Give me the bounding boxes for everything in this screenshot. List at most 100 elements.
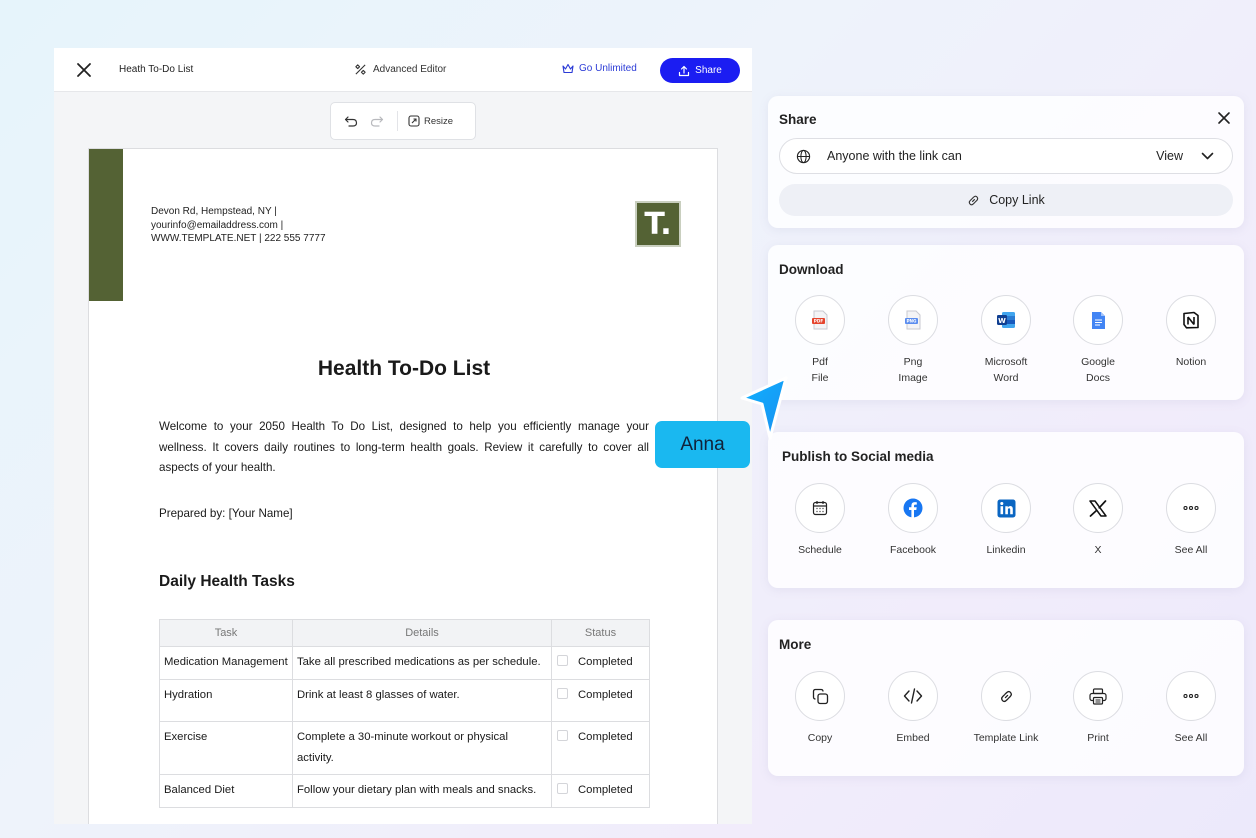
download-pdf-label: Pdf [812,356,828,368]
download-google-docs-button[interactable]: Google Docs [1052,295,1144,386]
x-label: X [1094,544,1102,556]
advanced-editor-label: Advanced Editor [373,64,447,75]
go-unlimited-label: Go Unlimited [579,63,637,74]
social-media-panel: Publish to Social media Schedule Faceboo… [768,432,1244,588]
word-icon: W [981,295,1031,345]
table-row: Balanced Diet Follow your dietary plan w… [159,774,650,808]
status-checkbox[interactable] [557,730,568,741]
download-png-sublabel: Image [898,372,928,384]
table-header-row: Task Details Status [159,619,650,647]
status-checkbox[interactable] [557,783,568,794]
template-link-label: Template Link [973,732,1039,744]
share-button[interactable]: Share [660,58,740,83]
copy-icon [795,671,845,721]
resize-button[interactable]: Resize [408,115,453,127]
status-checkbox[interactable] [557,655,568,666]
more-icon [1166,671,1216,721]
tools-icon [355,64,366,75]
document-page[interactable]: Devon Rd, Hempstead, NY | yourinfo@email… [88,148,718,824]
template-link-button[interactable]: Template Link [960,671,1052,746]
svg-text:W: W [998,317,1006,325]
link-access-dropdown[interactable]: Anyone with the link can View [779,138,1233,174]
status-label: Completed [578,731,633,743]
download-word-label: Microsoft [984,356,1028,368]
printer-icon [1073,671,1123,721]
more-icon [1166,483,1216,533]
linkedin-button[interactable]: Linkedin [960,483,1052,558]
download-notion-button[interactable]: Notion [1145,295,1237,370]
redo-icon[interactable] [369,113,385,129]
table-row: Hydration Drink at least 8 glasses of wa… [159,678,650,722]
x-button[interactable]: X [1052,483,1144,558]
download-png-label: Png [903,356,923,368]
download-panel-title: Download [779,262,844,277]
download-notion-label: Notion [1175,356,1207,368]
download-pdf-button[interactable]: PDF Pdf File [774,295,866,386]
pdf-file-icon: PDF [795,295,845,345]
schedule-button[interactable]: Schedule [774,483,866,558]
status-cell: Completed [551,774,650,808]
edit-toolbox: Resize [330,102,476,140]
svg-text:PNG: PNG [906,319,917,324]
code-icon [888,671,938,721]
facebook-button[interactable]: Facebook [867,483,959,558]
social-panel-title: Publish to Social media [782,449,934,464]
intro-paragraph: Welcome to your 2050 Health To Do List, … [159,420,649,474]
google-docs-icon [1073,295,1123,345]
status-label: Completed [578,656,633,668]
chevron-down-icon [1201,152,1214,160]
more-see-all-button[interactable]: See All [1145,671,1237,746]
embed-label: Embed [896,732,930,744]
go-unlimited-button[interactable]: Go Unlimited [562,63,637,74]
copy-link-label: Copy Link [989,193,1045,207]
print-button[interactable]: Print [1052,671,1144,746]
resize-icon [408,115,420,127]
editor-topbar: Heath To-Do List Advanced Editor Go Unli… [54,48,752,92]
company-logo: T. [635,201,681,247]
details-cell: Drink at least 8 glasses of water. [292,678,552,722]
table-row: Exercise Complete a 30-minute workout or… [159,721,650,775]
download-google-docs-label: Google [1081,356,1115,368]
header-accent-bar [89,149,123,301]
embed-button[interactable]: Embed [867,671,959,746]
upload-icon [679,65,690,76]
prepared-by: Prepared by: [Your Name] [159,507,293,520]
status-cell: Completed [551,678,650,722]
svg-text:PDF: PDF [814,319,824,324]
task-cell: Medication Management [159,646,293,680]
toolbox-divider [397,111,398,131]
section-heading: Daily Health Tasks [159,573,295,590]
download-png-button[interactable]: PNG Png Image [867,295,959,386]
linkedin-icon [981,483,1031,533]
column-header: Task [159,619,293,647]
facebook-label: Facebook [889,544,937,556]
close-icon[interactable] [1216,110,1232,126]
copy-button[interactable]: Copy [774,671,866,746]
details-cell: Follow your dietary plan with meals and … [292,774,552,808]
globe-icon [796,149,811,163]
x-icon [1073,483,1123,533]
schedule-label: Schedule [798,544,842,556]
download-word-button[interactable]: W Microsoft Word [960,295,1052,386]
more-panel: More Copy Embed Template Link Print See … [768,620,1244,776]
table-row: Medication Management Take all prescribe… [159,646,650,680]
status-label: Completed [578,688,633,701]
facebook-icon [888,483,938,533]
share-button-label: Share [695,65,722,76]
close-icon[interactable] [75,61,93,79]
undo-icon[interactable] [343,113,359,129]
link-icon [981,671,1031,721]
company-address: Devon Rd, Hempstead, NY | yourinfo@email… [151,205,351,246]
status-checkbox[interactable] [557,687,568,699]
advanced-editor-button[interactable]: Advanced Editor [354,63,446,76]
details-cell: Complete a 30-minute workout or physical… [292,721,552,775]
copy-link-button[interactable]: Copy Link [779,184,1233,216]
task-cell: Exercise [159,721,293,775]
details-cell: Take all prescribed medications as per s… [292,646,552,680]
linkedin-label: Linkedin [986,544,1026,556]
social-see-all-button[interactable]: See All [1145,483,1237,558]
link-access-text: Anyone with the link can [827,149,962,163]
more-see-all-label: See All [1174,732,1208,744]
document-heading: Health To-Do List [317,357,491,380]
copy-label: Copy [807,732,833,744]
